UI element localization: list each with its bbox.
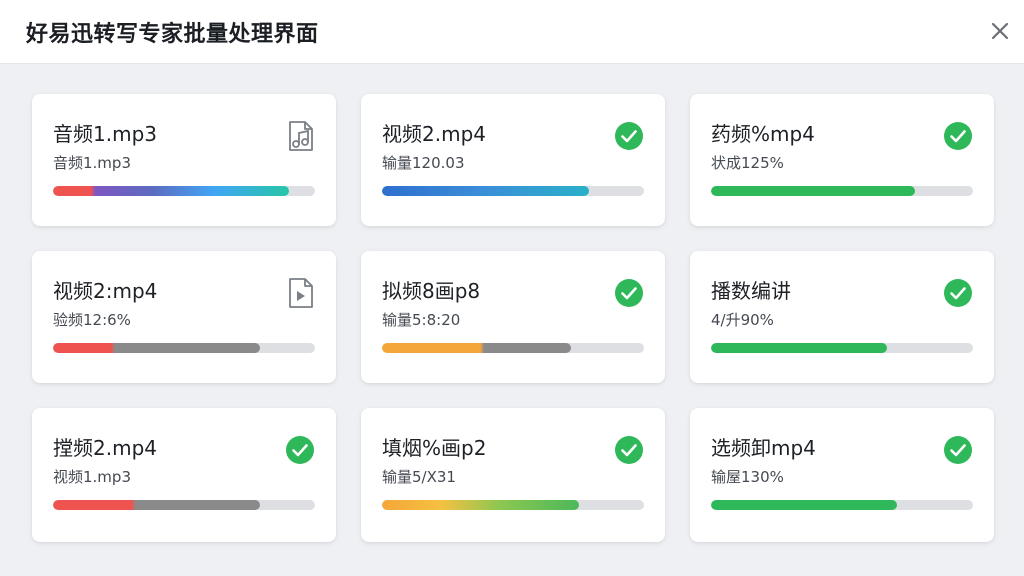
file-status: 输屋130% <box>711 468 784 486</box>
progress-fill <box>53 343 260 353</box>
progress-track <box>382 186 644 196</box>
progress-fill <box>711 343 887 353</box>
file-card[interactable]: 播数编讲 4/升90% <box>690 251 994 383</box>
progress-track <box>711 343 973 353</box>
file-name: 播数编讲 <box>711 279 791 303</box>
music-file-icon <box>285 120 315 152</box>
file-name: 选频卸mp4 <box>711 436 816 460</box>
progress-fill <box>711 500 898 510</box>
progress-fill <box>711 186 916 196</box>
progress-track <box>53 343 315 353</box>
window-title: 好易迅转写专家批量处理界面 <box>26 22 319 47</box>
file-card[interactable]: 视频2:mp4 验频12:6% <box>32 251 336 383</box>
file-status: 音频1.mp3 <box>53 154 131 172</box>
check-circle-icon <box>614 434 644 466</box>
file-status: 验频12:6% <box>53 311 131 329</box>
check-circle-icon <box>943 277 973 309</box>
file-card[interactable]: 摚频2.mp4 视频1.mp3 <box>32 408 336 542</box>
progress-track <box>711 186 973 196</box>
check-circle-icon <box>614 120 644 152</box>
close-icon <box>991 22 1009 40</box>
check-circle-icon <box>943 434 973 466</box>
file-status: 视频1.mp3 <box>53 468 131 486</box>
file-name: 填烟%画p2 <box>382 436 487 460</box>
progress-fill <box>382 500 579 510</box>
file-card[interactable]: 拟频8画p8 输量5:8:20 <box>361 251 665 383</box>
file-status: 输量5/X31 <box>382 468 456 486</box>
check-circle-icon <box>285 434 315 466</box>
file-name: 音频1.mp3 <box>53 122 157 146</box>
progress-fill <box>382 186 589 196</box>
file-name: 视频2:mp4 <box>53 279 158 303</box>
file-card[interactable]: 填烟%画p2 输量5/X31 <box>361 408 665 542</box>
file-card-grid: 音频1.mp3 音频1.mp3 视频2.mp4 输量120.03 药频%mp4 状成125… <box>32 94 994 544</box>
progress-fill <box>382 343 571 353</box>
file-name: 摚频2.mp4 <box>53 436 157 460</box>
progress-track <box>382 343 644 353</box>
file-status: 状成125% <box>711 154 784 172</box>
file-card[interactable]: 视频2.mp4 输量120.03 <box>361 94 665 226</box>
progress-track <box>53 500 315 510</box>
title-bar: 好易迅转写专家批量处理界面 <box>0 0 1024 64</box>
file-status: 4/升90% <box>711 311 774 329</box>
file-status: 输量120.03 <box>382 154 465 172</box>
progress-track <box>382 500 644 510</box>
check-circle-icon <box>614 277 644 309</box>
file-name: 拟频8画p8 <box>382 279 481 303</box>
video-file-icon <box>285 277 315 309</box>
file-status: 输量5:8:20 <box>382 311 461 329</box>
progress-fill <box>53 500 260 510</box>
close-button[interactable] <box>984 18 1016 46</box>
file-card[interactable]: 选频卸mp4 输屋130% <box>690 408 994 542</box>
progress-track <box>53 186 315 196</box>
progress-track <box>711 500 973 510</box>
file-card[interactable]: 药频%mp4 状成125% <box>690 94 994 226</box>
check-circle-icon <box>943 120 973 152</box>
file-name: 药频%mp4 <box>711 122 815 146</box>
file-card[interactable]: 音频1.mp3 音频1.mp3 <box>32 94 336 226</box>
progress-fill <box>53 186 289 196</box>
file-name: 视频2.mp4 <box>382 122 486 146</box>
